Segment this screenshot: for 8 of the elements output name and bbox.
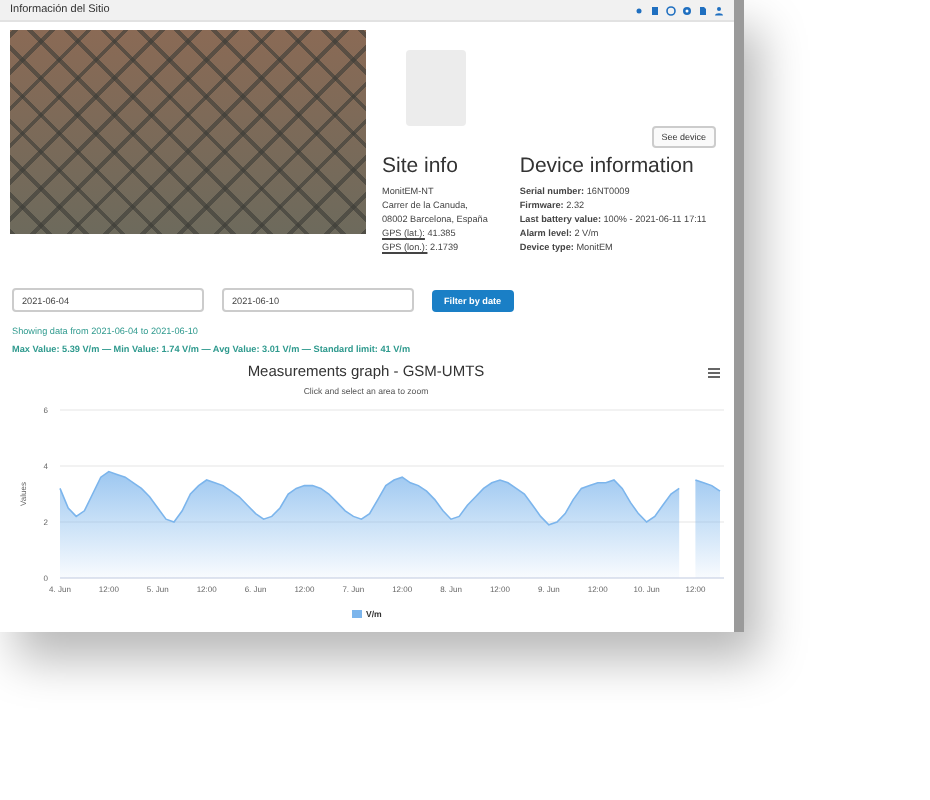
site-info-heading: Site info [382,154,460,178]
menu-icon[interactable] [708,368,720,378]
file-icon[interactable] [698,5,708,15]
dot-icon[interactable] [634,5,644,15]
document-icon[interactable] [650,5,660,15]
gear-icon[interactable] [682,5,692,15]
user-icon[interactable] [714,5,724,15]
device-info-heading: Device information [519,154,696,178]
